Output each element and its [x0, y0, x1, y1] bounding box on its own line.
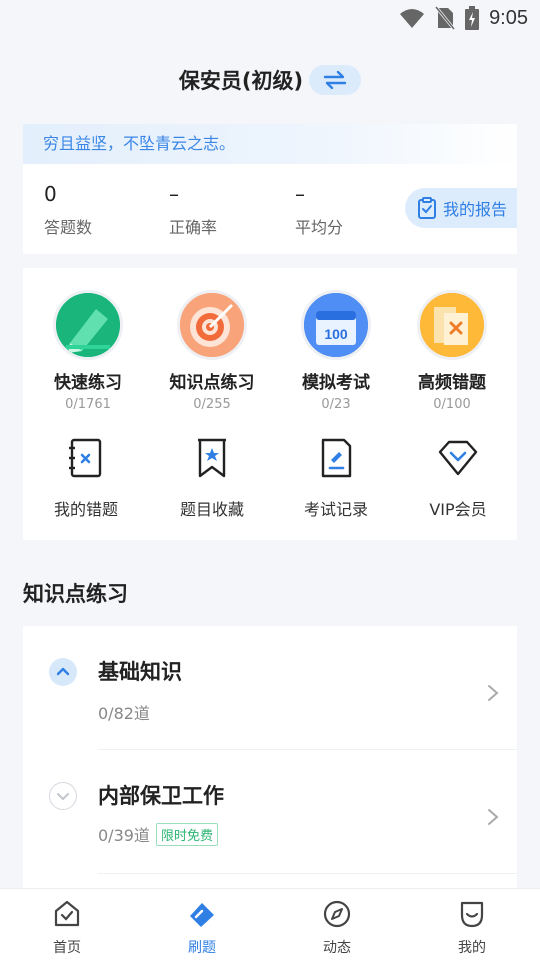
wifi-icon — [400, 9, 425, 28]
nav-practice[interactable]: 刷题 — [162, 899, 242, 957]
stat-value: – — [169, 182, 179, 206]
feature-name: 模拟考试 — [302, 373, 370, 393]
nav-profile[interactable]: 我的 — [432, 899, 512, 957]
chevron-up-icon — [56, 667, 70, 676]
home-check-icon — [54, 900, 80, 927]
chevron-right-icon — [488, 809, 499, 825]
page-title[interactable]: 保安员(初级) — [179, 65, 303, 95]
wrong-notebook-icon — [69, 438, 102, 478]
tool-name: 考试记录 — [303, 500, 368, 519]
list-item[interactable]: 基础知识 0/82道 — [23, 626, 517, 750]
feature-name: 快速练习 — [54, 373, 122, 393]
switch-exam-button[interactable] — [309, 65, 362, 95]
progress-text: 0/82道 — [98, 704, 150, 723]
item-progress: 0/39道 限时免费 — [98, 822, 218, 846]
divider — [98, 873, 517, 874]
item-name: 内部保卫工作 — [98, 784, 224, 808]
stat-answered: 0 答题数 — [44, 182, 92, 238]
knowledge-point-list: 基础知识 0/82道 内部保卫工作 0/39道 限时免费 — [23, 626, 517, 896]
header: 保安员(初级) — [0, 62, 540, 98]
tool-name: VIP会员 — [429, 500, 487, 519]
tool-name: 题目收藏 — [179, 500, 244, 519]
collapse-toggle[interactable] — [49, 658, 77, 686]
tool-name: 我的错题 — [53, 500, 118, 519]
pencil-tag-icon — [190, 903, 214, 927]
stats-card: 0 答题数 – 正确率 – 平均分 我的报告 — [23, 164, 517, 254]
feature-count: 0/23 — [321, 397, 351, 412]
diamond-icon — [438, 440, 478, 476]
motto-banner: 穷且益坚，不坠青云之志。 — [23, 124, 517, 164]
no-sim-icon — [435, 6, 456, 30]
exam-records-button[interactable]: 考试记录 — [281, 436, 391, 520]
my-report-button[interactable]: 我的报告 — [405, 188, 517, 228]
chevron-down-icon — [57, 793, 69, 800]
feature-count: 0/1761 — [65, 397, 111, 412]
nav-label: 刷题 — [188, 940, 216, 956]
battery-charging-icon — [465, 6, 480, 30]
feature-count: 0/255 — [193, 397, 231, 412]
pencil-icon — [53, 290, 123, 360]
list-item[interactable]: 内部保卫工作 0/39道 限时免费 — [23, 750, 517, 874]
favorites-button[interactable]: 题目收藏 — [157, 436, 267, 520]
quick-practice-button[interactable]: 快速练习 0/1761 — [33, 290, 143, 412]
wrong-book-icon — [417, 290, 487, 360]
stat-label: 平均分 — [295, 218, 344, 237]
stat-label: 正确率 — [169, 218, 218, 237]
knowledge-practice-button[interactable]: 知识点练习 0/255 — [157, 290, 267, 412]
stat-accuracy: – 正确率 — [169, 182, 217, 238]
profile-icon — [460, 901, 484, 928]
mock-exam-button[interactable]: 100 模拟考试 0/23 — [281, 290, 391, 412]
feature-name: 高频错题 — [418, 373, 486, 393]
status-time: 9:05 — [489, 6, 528, 29]
bookmark-star-icon — [198, 438, 226, 478]
target-icon — [177, 290, 247, 360]
compass-icon — [323, 900, 351, 928]
my-report-label: 我的报告 — [443, 200, 508, 219]
practice-features-card: 快速练习 0/1761 知识点练习 0/255 100 模拟考试 0/23 高频… — [23, 268, 517, 540]
progress-text: 0/39道 — [98, 826, 150, 845]
bottom-navigation: 首页 刷题 动态 我的 — [0, 888, 540, 960]
stat-average-score: – 平均分 — [295, 182, 343, 238]
clipboard-check-icon — [418, 197, 436, 219]
nav-home[interactable]: 首页 — [27, 899, 107, 957]
section-title: 知识点练习 — [23, 582, 128, 606]
status-bar: 9:05 — [0, 0, 540, 36]
item-progress: 0/82道 — [98, 700, 150, 724]
nav-label: 我的 — [458, 940, 486, 956]
stat-value: 0 — [44, 182, 57, 206]
frequent-mistakes-button[interactable]: 高频错题 0/100 — [397, 290, 507, 412]
stat-label: 答题数 — [44, 218, 93, 237]
calendar-100-icon: 100 — [301, 290, 371, 360]
free-badge: 限时免费 — [155, 822, 218, 846]
nav-label: 动态 — [323, 940, 351, 956]
exam-record-icon — [321, 438, 352, 478]
swap-arrows-icon — [323, 71, 347, 89]
nav-feed[interactable]: 动态 — [297, 899, 377, 957]
chevron-right-icon — [488, 685, 499, 701]
nav-label: 首页 — [53, 940, 81, 956]
expand-toggle[interactable] — [49, 782, 77, 810]
feature-count: 0/100 — [433, 397, 471, 412]
item-name: 基础知识 — [98, 660, 182, 684]
vip-membership-button[interactable]: VIP会员 — [403, 436, 513, 520]
feature-name: 知识点练习 — [169, 373, 255, 393]
svg-text:100: 100 — [324, 326, 348, 342]
stat-value: – — [295, 182, 305, 206]
my-mistakes-button[interactable]: 我的错题 — [31, 436, 141, 520]
